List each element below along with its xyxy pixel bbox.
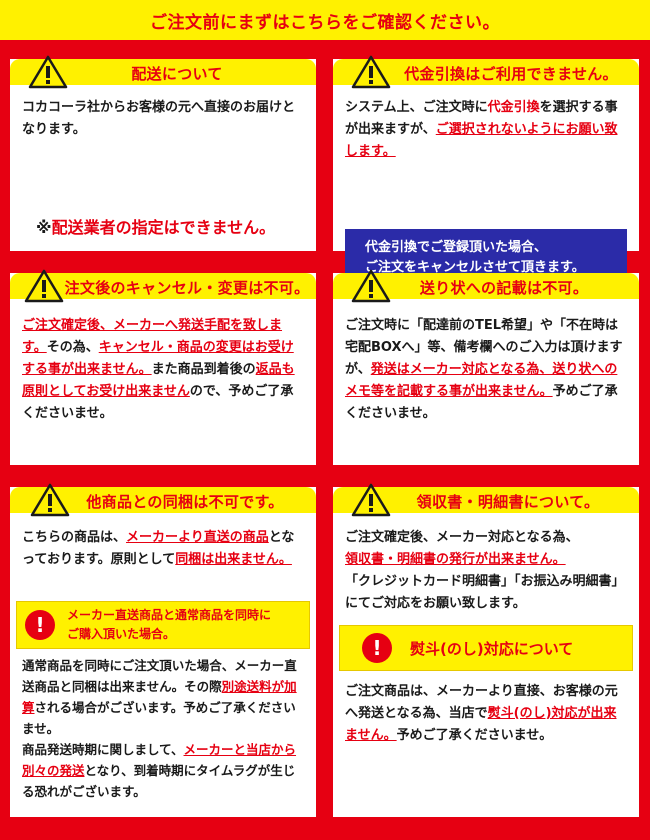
panel-text: システム上、ご注文時に代金引換を選択する事が出来ますが、ご選択されないようにお願… — [345, 100, 618, 159]
panel-title: 領収書・明細書について。 — [416, 493, 600, 511]
panel-title: 送り状への記載は不可。 — [419, 279, 589, 297]
top-banner: ご注文前にまずはこちらをご確認ください。 — [0, 0, 650, 40]
bundle-note: ! メーカー直送商品と通常商品を同時に ご購入頂いた場合。 — [16, 601, 310, 649]
panel-cancel: 注文後のキャンセル・変更は不可。 ご注文確定後、メーカーへ発送手配を致します。そ… — [10, 269, 316, 465]
panel-cod: 代金引換はご利用できません。 システム上、ご注文時に代金引換を選択する事が出来ま… — [333, 55, 639, 287]
panel-header: 代金引換はご利用できません。 — [333, 55, 639, 89]
panel-text: ご注文時に「配達前のTEL希望」や「不在時は宅配BOXへ」等、備考欄へのご入力は… — [345, 318, 623, 421]
panel-header: 他商品との同梱は不可です。 — [10, 483, 316, 517]
exclamation-circle-icon: ! — [25, 610, 55, 640]
panel-receipt: 領収書・明細書について。 ご注文確定後、メーカー対応となる為、 領収書・明細書の発… — [333, 483, 639, 817]
panel-label: 送り状への記載は不可。 ご注文時に「配達前のTEL希望」や「不在時は宅配BOXへ… — [333, 269, 639, 465]
panel-text: ご注文確定後、メーカー対応となる為、 領収書・明細書の発行が出来ません。 「クレジッ… — [345, 530, 625, 611]
panel-text: こちらの商品は、メーカーより直送の商品となっております。原則として同梱は出来ませ… — [22, 530, 295, 567]
noshi-title: 熨斗(のし)対応について — [410, 639, 574, 658]
panel-title: 他商品との同梱は不可です。 — [86, 493, 284, 511]
panel-title: 代金引換はご利用できません。 — [404, 65, 618, 83]
panel-title: 注文後のキャンセル・変更は不可。 — [64, 279, 310, 297]
panel-bundle: 他商品との同梱は不可です。 こちらの商品は、メーカーより直送の商品となっておりま… — [10, 483, 316, 817]
bundle-note-text: メーカー直送商品と通常商品を同時に ご購入頂いた場合。 — [67, 608, 272, 641]
delivery-notice: ※配送業者の指定はできません。 — [36, 218, 276, 237]
panel-text-2: 通常商品を同時にご注文頂いた場合、メーカー直送商品と同梱は出来ません。その際別途… — [22, 658, 297, 799]
panel-header: 送り状への記載は不可。 — [333, 269, 639, 303]
panel-text: コカコーラ社からお客様の元へ直接のお届けとなります。 — [22, 100, 296, 137]
panel-text-2: ご注文商品は、メーカーより直接、お客様の元へ発送となる為、当店で熨斗(のし)対応… — [345, 684, 618, 743]
noshi-note: ! 熨斗(のし)対応について — [339, 625, 633, 671]
panel-header: 注文後のキャンセル・変更は不可。 — [10, 269, 316, 303]
banner-text: ご注文前にまずはこちらをご確認ください。 — [150, 12, 500, 33]
panel-text: ご注文確定後、メーカーへ発送手配を致します。その為、キャンセル・商品の変更はお受… — [22, 318, 295, 421]
panel-header: 領収書・明細書について。 — [333, 483, 639, 517]
panel-delivery: 配送について コカコーラ社からお客様の元へ直接のお届けとなります。 ※配送業者の… — [10, 55, 316, 251]
exclamation-circle-icon: ! — [362, 633, 392, 663]
panel-header: 配送について — [10, 55, 316, 89]
panel-title: 配送について — [131, 65, 223, 83]
